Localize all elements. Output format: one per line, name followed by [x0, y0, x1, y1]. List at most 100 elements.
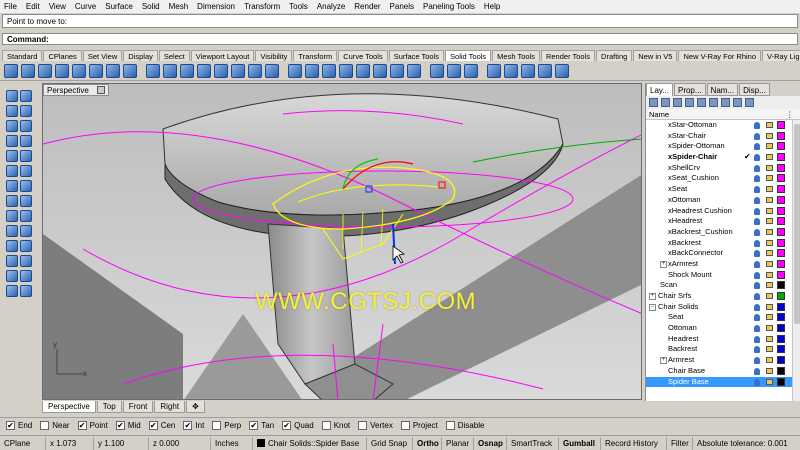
layer-color-swatch[interactable] [777, 345, 785, 354]
osnap-vertex-checkbox[interactable] [358, 421, 368, 430]
merge-surface-icon[interactable] [106, 63, 120, 78]
tools-icon[interactable] [733, 98, 742, 107]
layer-expander-icon[interactable]: − [649, 303, 656, 311]
layer-row[interactable]: xStar-Chair [646, 131, 800, 142]
explode-icon[interactable] [20, 240, 32, 252]
layer-visible-icon[interactable] [754, 196, 760, 204]
osnap-mid-checkbox[interactable]: ✔ [115, 421, 125, 430]
osnap-knot-checkbox[interactable] [321, 421, 331, 430]
toolbar-tab-surface-tools[interactable]: Surface Tools [388, 50, 445, 61]
layer-color-swatch[interactable] [777, 195, 785, 204]
osnap-quad[interactable]: ✔ Quad [282, 421, 314, 430]
surface-icon[interactable] [6, 150, 18, 162]
cone-icon[interactable] [20, 180, 32, 192]
layer-row[interactable]: Shock Mount [646, 270, 800, 281]
layer-lock-icon[interactable] [766, 271, 773, 278]
menu-item-view[interactable]: View [49, 2, 66, 11]
layer-visible-icon[interactable] [754, 250, 760, 258]
viewport-tab-top[interactable]: Top [96, 401, 122, 413]
move-face-icon[interactable] [214, 63, 228, 78]
menu-item-mesh[interactable]: Mesh [169, 2, 189, 11]
viewport-title[interactable]: Perspective [43, 84, 109, 96]
extract-surface-icon[interactable] [89, 63, 103, 78]
osnap-toggle[interactable]: Osnap [474, 436, 507, 450]
menu-item-curve[interactable]: Curve [75, 2, 96, 11]
delete-hole-icon[interactable] [447, 63, 461, 78]
layer-visible-icon[interactable] [754, 154, 760, 162]
layer-lock-icon[interactable] [766, 186, 773, 193]
layer-color-swatch[interactable] [777, 259, 785, 268]
layer-color-swatch[interactable] [777, 324, 785, 333]
layer-visible-icon[interactable] [754, 218, 760, 226]
layer-visible-icon[interactable] [754, 325, 760, 333]
analyze-icon[interactable] [20, 270, 32, 282]
fold-face-icon[interactable] [265, 63, 279, 78]
layer-lock-icon[interactable] [766, 378, 773, 385]
boolean-union-icon[interactable] [4, 63, 18, 78]
rectangle-icon[interactable] [6, 135, 18, 147]
toolbar-tab-standard[interactable]: Standard [2, 50, 43, 61]
panel-tab-0[interactable]: Lay... [646, 83, 673, 96]
layer-color-swatch[interactable] [777, 163, 785, 172]
layer-lock-icon[interactable] [766, 250, 773, 257]
filter-icon[interactable] [721, 98, 730, 107]
toolbar-tab-drafting[interactable]: Drafting [596, 50, 633, 61]
extrude-face-icon[interactable] [197, 63, 211, 78]
osnap-quad-checkbox[interactable]: ✔ [282, 421, 292, 430]
layer-lock-icon[interactable] [766, 325, 773, 332]
osnap-near[interactable]: Near [40, 421, 70, 430]
osnap-vertex[interactable]: Vertex [358, 421, 393, 430]
move-down-icon[interactable] [697, 98, 706, 107]
toolbar-tab-render-tools[interactable]: Render Tools [540, 50, 596, 61]
layer-visible-icon[interactable] [754, 367, 760, 375]
menu-item-file[interactable]: File [4, 2, 17, 11]
osnap-mid[interactable]: ✔ Mid [115, 421, 141, 430]
layer-color-swatch[interactable] [777, 174, 785, 183]
toolbar-tab-visibility[interactable]: Visibility [255, 50, 293, 61]
layer-color-swatch[interactable] [777, 270, 785, 279]
status-units[interactable]: Inches [211, 436, 253, 450]
layer-expander-icon[interactable]: + [649, 293, 656, 300]
ortho-toggle[interactable]: Ortho [413, 436, 442, 450]
layer-visible-icon[interactable] [754, 260, 760, 268]
record-history-toggle[interactable]: Record History [601, 436, 667, 450]
viewport-tab-front[interactable]: Front [122, 401, 154, 413]
layer-visible-icon[interactable] [754, 335, 760, 343]
grid-snap-toggle[interactable]: Grid Snap [367, 436, 413, 450]
panel-tab-1[interactable]: Prop... [673, 83, 706, 96]
render-icon[interactable] [6, 285, 18, 297]
point-icon[interactable] [20, 90, 32, 102]
layer-visible-icon[interactable] [754, 357, 760, 365]
toolbar-tab-set-view[interactable]: Set View [82, 50, 123, 61]
menu-item-render[interactable]: Render [354, 2, 380, 11]
layer-visible-icon[interactable] [754, 228, 760, 236]
boolean-difference-icon[interactable] [21, 63, 35, 78]
perspective-viewport[interactable]: Perspective y x WWW.CGTSJ.COM [42, 83, 642, 400]
move-to-parent-icon[interactable] [709, 98, 718, 107]
move-edge-icon[interactable] [231, 63, 245, 78]
toolbar-tab-cplanes[interactable]: CPlanes [43, 50, 82, 61]
menu-item-analyze[interactable]: Analyze [317, 2, 345, 11]
layer-lock-icon[interactable] [766, 293, 773, 299]
osnap-point[interactable]: ✔ Point [77, 421, 108, 430]
viewport-dropdown-icon[interactable] [96, 86, 105, 94]
layer-visible-icon[interactable] [754, 122, 760, 129]
osnap-tan-checkbox[interactable]: ✔ [249, 421, 259, 430]
layer-row[interactable]: xShellCrv [646, 163, 800, 174]
layer-color-swatch[interactable] [777, 185, 785, 194]
osnap-knot[interactable]: Knot [321, 421, 350, 430]
osnap-disable[interactable]: Disable [445, 421, 484, 430]
split-face-icon[interactable] [248, 63, 262, 78]
layer-color-swatch[interactable] [777, 121, 785, 129]
layer-lock-icon[interactable] [766, 228, 773, 235]
join-icon[interactable] [6, 240, 18, 252]
make-hole-icon[interactable] [339, 63, 353, 78]
layer-color-swatch[interactable] [777, 281, 785, 290]
layer-visible-icon[interactable] [754, 293, 760, 300]
layer-row[interactable]: Ottoman [646, 323, 800, 334]
sel-open-icon[interactable] [521, 63, 535, 78]
layer-visible-icon[interactable] [754, 271, 760, 279]
layer-color-swatch[interactable] [777, 377, 785, 386]
osnap-cen[interactable]: ✔ Cen [148, 421, 175, 430]
sel-solids-icon[interactable] [487, 63, 501, 78]
